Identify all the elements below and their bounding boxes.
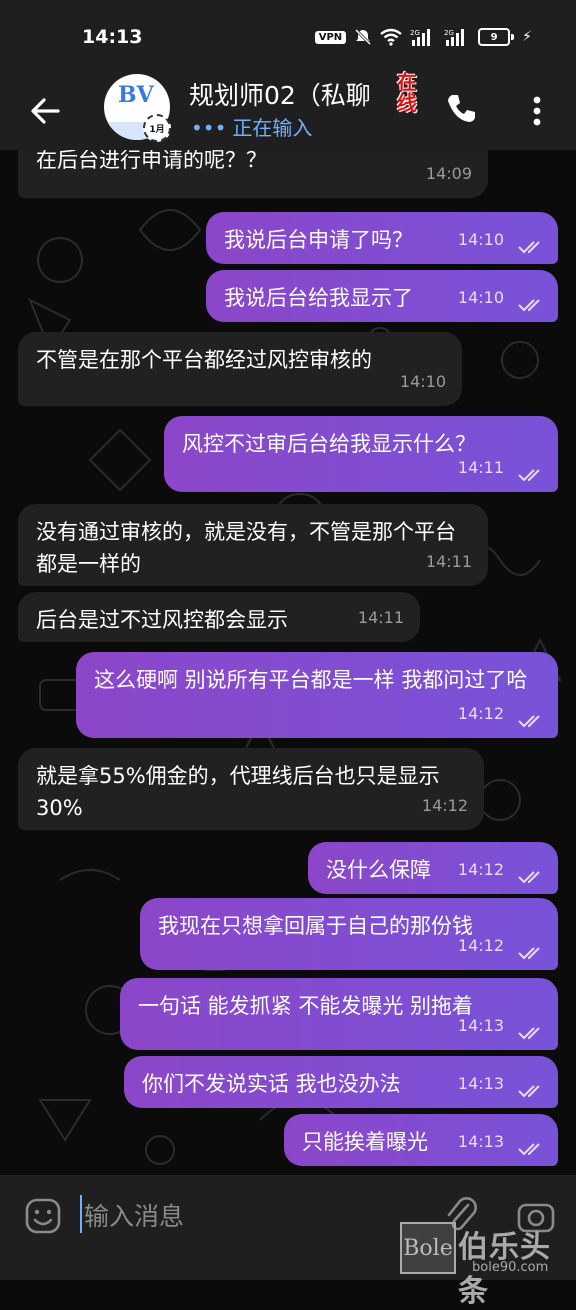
- wifi-icon: [380, 28, 402, 46]
- online-stamp: 在线: [397, 70, 417, 115]
- message-text: 不管是在那个平台都经过风控审核的: [36, 348, 372, 372]
- battery-icon: 9: [478, 28, 515, 46]
- mute-icon: [355, 28, 372, 46]
- svg-text:2G: 2G: [410, 29, 420, 37]
- message-time: 14:11: [425, 552, 472, 571]
- message-bubble-outgoing[interactable]: 没什么保障 14:12: [308, 842, 558, 894]
- message-bubble-incoming[interactable]: 不管是在那个平台都经过风控审核的 14:10: [18, 332, 462, 406]
- message-time: 14:10: [399, 372, 446, 391]
- message-list[interactable]: 在后台进行申请的呢？？ 14:09 我说后台申请了吗？ 14:10 我说后台给我…: [0, 132, 576, 1175]
- message-text: 我现在只想拿回属于自己的那份钱: [158, 914, 473, 938]
- text-cursor: [80, 1195, 82, 1233]
- chat-title[interactable]: 规划师02（私聊: [189, 76, 371, 112]
- message-bubble-outgoing[interactable]: 我现在只想拿回属于自己的那份钱 14:12: [140, 898, 558, 970]
- message-text: 一句话 能发抓紧 不能发曝光 别拖着: [138, 994, 474, 1018]
- read-check-icon: [518, 1085, 540, 1098]
- message-time: 14:12: [457, 704, 504, 723]
- message-bubble-incoming[interactable]: 就是拿55%佣金的，代理线后台也只是显示30% 14:12: [18, 748, 484, 830]
- message-bubble-outgoing[interactable]: 只能挨着曝光 14:13: [284, 1114, 558, 1166]
- signal-icon: 2G: [410, 29, 431, 46]
- avatar-badge: 1月: [143, 114, 171, 142]
- message-time: 14:13: [457, 1074, 504, 1093]
- read-check-icon: [518, 1143, 540, 1156]
- read-check-icon: [518, 469, 540, 482]
- read-check-icon: [518, 299, 540, 312]
- typing-status: ••• 正在输入: [191, 112, 312, 141]
- message-text: 这么硬啊 别说所有平台都是一样 我都问过了哈: [94, 668, 528, 692]
- message-input[interactable]: 输入消息: [84, 1197, 184, 1233]
- message-time: 14:12: [457, 860, 504, 879]
- message-text: 你们不发说实话 我也没办法: [142, 1072, 401, 1096]
- message-text: 我说后台给我显示了: [224, 286, 413, 310]
- message-time: 14:13: [457, 1132, 504, 1151]
- message-time: 14:10: [457, 288, 504, 307]
- message-time: 14:12: [421, 796, 468, 815]
- message-time: 14:11: [357, 608, 404, 627]
- read-check-icon: [518, 241, 540, 254]
- message-time: 14:13: [457, 1016, 504, 1035]
- typing-dots-icon: •••: [191, 116, 227, 140]
- message-bubble-outgoing[interactable]: 风控不过审后台给我显示什么？ 14:11: [164, 416, 558, 492]
- message-text: 就是拿55%佣金的，代理线后台也只是显示30%: [36, 764, 440, 820]
- message-bubble-outgoing[interactable]: 你们不发说实话 我也没办法 14:13: [124, 1056, 558, 1108]
- message-text: 风控不过审后台给我显示什么？: [182, 432, 476, 456]
- charging-icon: ⚡: [522, 29, 532, 45]
- read-check-icon: [518, 1027, 540, 1040]
- message-text: 没什么保障: [326, 858, 431, 882]
- read-check-icon: [518, 947, 540, 960]
- vpn-badge: VPN: [314, 30, 347, 44]
- message-bubble-outgoing[interactable]: 这么硬啊 别说所有平台都是一样 我都问过了哈 14:12: [76, 652, 558, 738]
- chat-header: BV 1月 规划师02（私聊 在线 ••• 正在输入: [0, 72, 576, 150]
- signal-icon: 2G: [444, 29, 465, 46]
- battery-level: 9: [478, 28, 511, 46]
- message-text: 后台是过不过风控都会显示: [36, 608, 288, 632]
- more-options-icon[interactable]: [524, 92, 550, 130]
- message-bubble-incoming[interactable]: 后台是过不过风控都会显示 14:11: [18, 592, 420, 642]
- read-check-icon: [518, 871, 540, 884]
- status-time: 14:13: [82, 26, 143, 48]
- message-time: 14:10: [457, 230, 504, 249]
- message-bubble-incoming[interactable]: 没有通过审核的，就是没有，不管是那个平台都是一样的 14:11: [18, 504, 488, 586]
- emoji-icon[interactable]: [24, 1197, 62, 1235]
- status-icons: VPN 2G 2G 9 ⚡: [314, 28, 532, 46]
- status-bar: 14:13 VPN 2G 2G 9 ⚡: [0, 0, 576, 72]
- message-text: 没有通过审核的，就是没有，不管是那个平台都是一样的: [36, 520, 456, 576]
- message-time: 14:12: [457, 936, 504, 955]
- watermark: Bole 伯乐头条 bole90.com: [400, 1222, 576, 1309]
- message-text: 只能挨着曝光: [302, 1130, 428, 1154]
- message-text: 我说后台申请了吗？: [224, 228, 413, 252]
- message-bubble-outgoing[interactable]: 一句话 能发抓紧 不能发曝光 别拖着 14:13: [120, 978, 558, 1050]
- back-arrow-icon[interactable]: [28, 94, 62, 128]
- watermark-url: bole90.com: [472, 1260, 549, 1275]
- message-text: 在后台进行申请的呢？？: [36, 148, 267, 172]
- phone-call-icon[interactable]: [444, 92, 478, 126]
- read-check-icon: [518, 715, 540, 728]
- typing-status-text: 正在输入: [232, 116, 313, 140]
- message-bubble-outgoing[interactable]: 我说后台申请了吗？ 14:10: [206, 212, 558, 264]
- message-time: 14:09: [425, 164, 472, 183]
- message-time: 14:11: [457, 458, 504, 477]
- svg-text:2G: 2G: [444, 29, 454, 37]
- avatar-logo: BV: [118, 82, 154, 108]
- watermark-logo: Bole: [400, 1222, 456, 1274]
- message-bubble-outgoing[interactable]: 我说后台给我显示了 14:10: [206, 270, 558, 322]
